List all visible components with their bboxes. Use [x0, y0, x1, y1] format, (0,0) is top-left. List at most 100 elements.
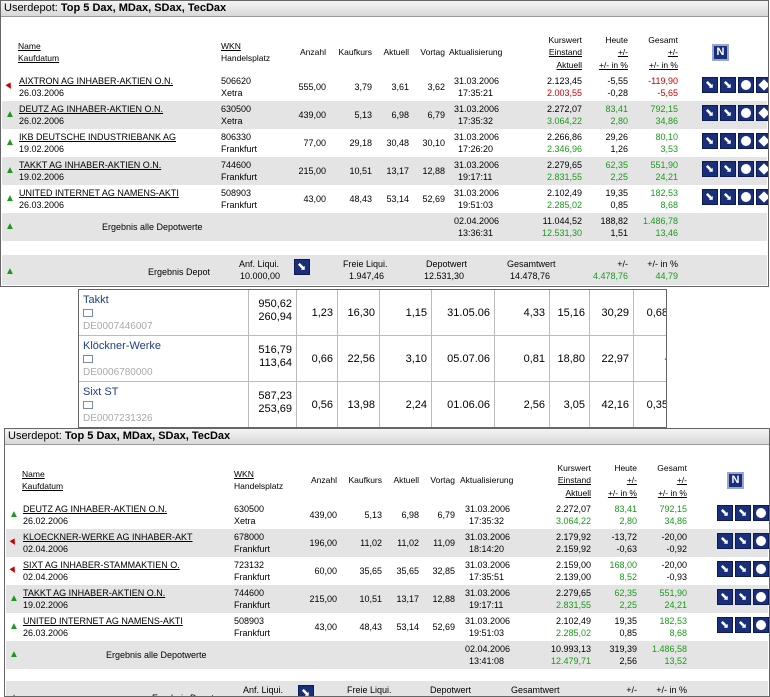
trade-arrow-icon[interactable]: ⬊ [720, 133, 736, 149]
mail-icon[interactable] [83, 309, 93, 317]
circle-icon[interactable] [738, 161, 754, 177]
isin-value: DE0007446007 [83, 321, 153, 332]
header-aktuell-kw[interactable]: Aktuell [532, 60, 582, 71]
stock-name-link[interactable]: Sixt ST [83, 386, 118, 399]
circle-icon[interactable] [738, 77, 754, 93]
value-cell: 0,56 [297, 382, 338, 427]
arrow-glyph: ⬊ [723, 79, 733, 91]
edit-liquidity-icon[interactable]: ⬊ [298, 685, 314, 696]
heute-value: -13,72 [611, 532, 637, 542]
heute-value: -5,55 [607, 76, 628, 86]
stock-name-link[interactable]: UNITED INTERNET AG NAMENS-AKTI [19, 188, 179, 199]
anzahl-value: 43,00 [314, 622, 337, 632]
stock-name-link[interactable]: SIXT AG INHABER-STAMMAKTIEN O. [23, 560, 180, 571]
trade-arrow-icon[interactable]: ⬊ [720, 77, 736, 93]
stock-name-link[interactable]: DEUTZ AG INHABER-AKTIEN O.N. [23, 504, 167, 515]
news-button[interactable]: N [727, 472, 744, 489]
header-gesamt-pm[interactable]: +/- [638, 47, 678, 58]
anf-liqui-label: Anf. Liqui. [243, 685, 284, 695]
stock-name-link[interactable]: IKB DEUTSCHE INDUSTRIEBANK AG [19, 132, 176, 143]
mail-icon[interactable] [83, 401, 93, 409]
stock-name-link[interactable]: DEUTZ AG INHABER-AKTIEN O.N. [19, 104, 163, 115]
chart-arrow-icon[interactable]: ⬊ [717, 617, 733, 633]
trend-up-icon: ▲ [5, 193, 15, 204]
diamond-icon[interactable] [756, 161, 768, 177]
circle-icon[interactable] [753, 505, 769, 521]
header-gesamt-pct[interactable]: +/- in % [638, 60, 678, 71]
header-gesamt-pct[interactable]: +/- in % [647, 488, 687, 499]
summary-heute-pct: 1,51 [610, 228, 628, 238]
header-wkn[interactable]: WKN [234, 469, 254, 480]
stock-name-link[interactable]: KLOECKNER-WERKE AG INHABER-AKT [23, 532, 193, 543]
header-kaufdatum[interactable]: Kaufdatum [22, 481, 63, 492]
header-einstand[interactable]: Einstand [532, 47, 582, 58]
arrow-glyph: ⬊ [720, 563, 730, 575]
circle-icon[interactable] [753, 533, 769, 549]
header-heute-pct[interactable]: +/- in % [597, 488, 637, 499]
circle-icon[interactable] [753, 589, 769, 605]
stock-name-link[interactable]: AIXTRON AG INHABER-AKTIEN O.N. [19, 76, 173, 87]
chart-arrow-icon[interactable]: ⬊ [702, 133, 718, 149]
circle-icon[interactable] [738, 189, 754, 205]
trend-up-icon: ▲ [5, 137, 15, 148]
kurswert-value: 2.266,86 [546, 132, 582, 142]
trade-arrow-icon[interactable]: ⬊ [735, 505, 751, 521]
trend-down-icon: ▼ [2, 79, 17, 94]
aktualisierung-date: 31.03.2006 [454, 76, 500, 86]
chart-arrow-icon[interactable]: ⬊ [702, 77, 718, 93]
chart-arrow-icon[interactable]: ⬊ [702, 105, 718, 121]
trade-arrow-icon[interactable]: ⬊ [735, 589, 751, 605]
header-name[interactable]: Name [22, 469, 45, 480]
header-heute-pm[interactable]: +/- [588, 47, 628, 58]
trade-arrow-icon[interactable]: ⬊ [735, 533, 751, 549]
chart-arrow-icon[interactable]: ⬊ [702, 161, 718, 177]
diamond-icon[interactable] [756, 133, 768, 149]
chart-arrow-icon[interactable]: ⬊ [717, 533, 733, 549]
circle-icon[interactable] [753, 561, 769, 577]
stock-name-link[interactable]: Takkt [83, 294, 109, 307]
header-heute-pm[interactable]: +/- [597, 475, 637, 486]
kaufkurs-value: 10,51 [359, 594, 382, 604]
stock-name-link[interactable]: UNITED INTERNET AG NAMENS-AKTI [23, 616, 183, 627]
stock-name-link[interactable]: TAKKT AG INHABER-AKTIEN O.N. [23, 588, 165, 599]
trade-arrow-icon[interactable]: ⬊ [735, 617, 751, 633]
circle-icon[interactable] [738, 133, 754, 149]
circle-shape [741, 164, 751, 174]
gesamt-pct-value: 34,86 [655, 116, 678, 126]
circle-icon[interactable] [738, 105, 754, 121]
trade-arrow-icon[interactable]: ⬊ [735, 561, 751, 577]
diamond-icon[interactable] [756, 189, 768, 205]
header-aktuell-kw[interactable]: Aktuell [541, 488, 591, 499]
einstand-value: 2.159,92 [555, 544, 591, 554]
mail-icon[interactable] [83, 355, 93, 363]
header-wkn[interactable]: WKN [221, 41, 241, 52]
chart-arrow-icon[interactable]: ⬊ [717, 561, 733, 577]
header-gesamt-pm[interactable]: +/- [647, 475, 687, 486]
header-handelsplatz: Handelsplatz [234, 481, 284, 491]
diamond-icon[interactable] [756, 77, 768, 93]
header-heute-pct[interactable]: +/- in % [588, 60, 628, 71]
header-einstand[interactable]: Einstand [541, 475, 591, 486]
trade-arrow-icon[interactable]: ⬊ [720, 105, 736, 121]
trade-arrow-icon[interactable]: ⬊ [720, 161, 736, 177]
header-aktuell: Aktuell [393, 475, 419, 485]
chart-arrow-icon[interactable]: ⬊ [717, 505, 733, 521]
vortag-value: 12,88 [432, 594, 455, 604]
news-button[interactable]: N [712, 44, 729, 61]
trend-up-icon: ▲ [5, 221, 15, 232]
gesamt-value: 551,90 [650, 160, 678, 170]
summary-background: ▲ Ergebnis alle Depotwerte 02.04.2006 13:41… [6, 641, 768, 669]
trade-arrow-icon[interactable]: ⬊ [720, 189, 736, 205]
circle-icon[interactable] [753, 617, 769, 633]
circle-shape [756, 564, 766, 574]
stock-name-link[interactable]: Klöckner-Werke [83, 340, 161, 353]
diamond-icon[interactable] [756, 105, 768, 121]
chart-arrow-icon[interactable]: ⬊ [702, 189, 718, 205]
edit-liquidity-icon[interactable]: ⬊ [294, 259, 310, 275]
kurswert-value: 2.179,92 [555, 532, 591, 542]
chart-arrow-icon[interactable]: ⬊ [717, 589, 733, 605]
header-kaufdatum[interactable]: Kaufdatum [18, 53, 59, 64]
anf-liqui-value: 10.000,00 [240, 271, 281, 281]
header-name[interactable]: Name [18, 41, 41, 52]
stock-name-link[interactable]: TAKKT AG INHABER-AKTIEN O.N. [19, 160, 161, 171]
